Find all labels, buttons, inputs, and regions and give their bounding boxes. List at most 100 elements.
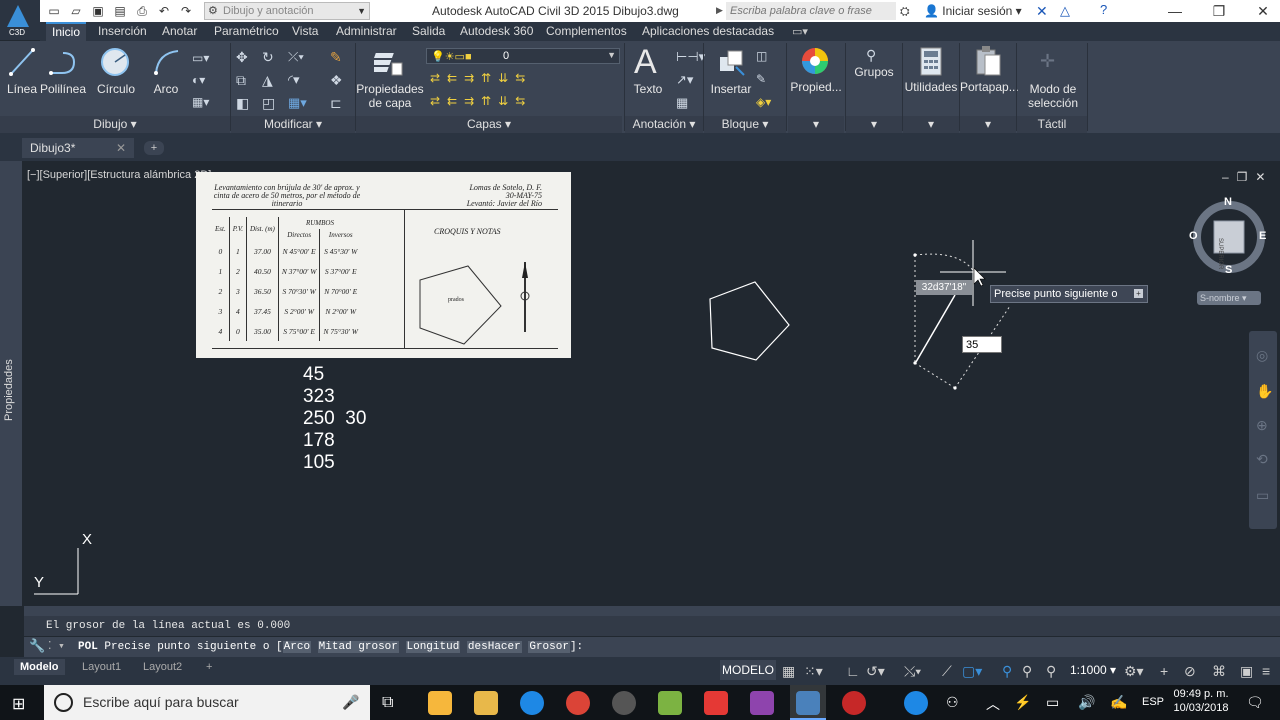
rotate-icon[interactable]: ↻ — [262, 49, 278, 65]
minimize-button[interactable]: — — [1160, 1, 1190, 21]
file-explorer-icon[interactable] — [474, 691, 498, 715]
properties-button[interactable]: Propied... — [788, 80, 844, 94]
chrome-icon[interactable] — [566, 691, 590, 715]
clipboard-icon[interactable] — [974, 45, 1002, 77]
model-space-toggle[interactable]: MODELO — [720, 660, 776, 680]
windows-start-icon[interactable]: ⊞ — [12, 694, 25, 714]
move-icon[interactable]: ✥ — [236, 49, 252, 65]
utilities-button[interactable]: Utilidades — [903, 80, 959, 94]
a360-icon[interactable]: △ — [1060, 3, 1070, 19]
create-block-icon[interactable]: ◫ — [756, 49, 772, 63]
add-icon[interactable]: + — [1160, 663, 1168, 679]
wrench-icon[interactable]: 🔧 — [29, 637, 45, 657]
command-recent-icon[interactable]: ⁚ ▾ — [48, 637, 65, 657]
tab-autodesk360[interactable]: Autodesk 360 — [454, 22, 539, 41]
rectangle-icon[interactable]: ▭▾ — [192, 51, 209, 65]
tab-insercion[interactable]: Inserción — [92, 22, 153, 41]
erase-icon[interactable]: ✎ — [330, 49, 346, 65]
tab-vista[interactable]: Vista — [286, 22, 324, 41]
table-icon[interactable]: ▦▾ — [192, 95, 209, 109]
network-icon[interactable]: ⚡ — [1014, 694, 1031, 711]
layer-properties-icon[interactable] — [374, 47, 404, 77]
field-book-scan-image[interactable]: Levantamiento con brújula de 30' de apro… — [196, 172, 571, 358]
circle-icon[interactable] — [100, 47, 130, 77]
drawing-text[interactable]: 45 — [303, 364, 366, 386]
properties-side-panel[interactable]: Propiedades — [0, 161, 22, 606]
circle-button[interactable]: Círculo — [94, 82, 138, 96]
array-icon[interactable]: ▦▾ — [288, 95, 307, 110]
drawing-text[interactable]: 250 30 — [303, 408, 366, 430]
drawing-text[interactable]: 105 — [303, 452, 366, 474]
pentagon-entity[interactable] — [700, 275, 800, 365]
isodraft-icon[interactable]: ⤯▾ — [904, 663, 921, 680]
insert-block-icon[interactable] — [716, 47, 746, 77]
edit-attributes-icon[interactable]: ◈▾ — [756, 95, 772, 109]
snap-icon[interactable]: ⁙▾ — [804, 663, 823, 680]
polyline-icon[interactable] — [48, 47, 78, 77]
panel-block-title[interactable]: Bloque ▾ — [704, 116, 786, 133]
system-clock[interactable]: 09:49 p. m. 10/03/2018 — [1170, 687, 1232, 715]
tab-dibujo3[interactable]: Dibujo3* ✕ — [22, 138, 134, 158]
save-icon[interactable]: ▣ — [90, 3, 106, 19]
distance-input[interactable]: 35 — [962, 336, 1002, 353]
leader-icon[interactable]: ↗▾ — [676, 72, 693, 87]
mirror-icon[interactable]: ◮ — [262, 72, 278, 88]
offset-icon[interactable]: ⊏ — [330, 95, 346, 111]
workspace-gear-icon[interactable]: ⚙▾ — [1124, 663, 1144, 680]
command-option-mitad-grosor[interactable]: Mitad grosor — [317, 641, 399, 653]
redo-icon[interactable]: ↷ — [178, 3, 194, 19]
tab-modelo[interactable]: Modelo — [14, 659, 65, 675]
edit-block-icon[interactable]: ✎ — [756, 72, 772, 86]
annotation-table-icon[interactable]: ▦ — [676, 95, 692, 110]
calculator-icon[interactable] — [918, 47, 944, 77]
pen-icon[interactable]: ✍ — [1110, 694, 1127, 711]
notifications-icon[interactable]: 🗨 — [1246, 694, 1264, 711]
ribbon-toggle-icon[interactable]: ▭▾ — [792, 25, 808, 38]
object-snap-tracking-icon[interactable]: ⟋ — [942, 663, 952, 680]
annotation-scale-icon[interactable]: ⚲ — [1046, 663, 1056, 680]
stretch-icon[interactable]: ◧ — [236, 95, 252, 111]
tab-aplicaciones[interactable]: Aplicaciones destacadas — [636, 22, 780, 41]
grid-icon[interactable]: ▦ — [782, 663, 795, 680]
line-icon[interactable] — [8, 47, 36, 77]
tab-parametrico[interactable]: Paramétrico — [208, 22, 285, 41]
selection-mode-button[interactable]: Modo de selección — [1018, 82, 1088, 110]
close-icon[interactable]: ✕ — [116, 138, 126, 158]
new-icon[interactable]: ▭ — [46, 3, 62, 19]
auto-scale-icon[interactable]: ⚲ — [1022, 663, 1032, 680]
app-icon-1[interactable] — [612, 691, 636, 715]
panel-annotation-title[interactable]: Anotación ▾ — [625, 116, 703, 133]
undo-icon[interactable]: ↶ — [156, 3, 172, 19]
drawing-text[interactable]: 178 — [303, 430, 366, 452]
maximize-button[interactable]: ❐ — [1204, 1, 1234, 21]
command-option-grosor[interactable]: Grosor — [528, 641, 570, 653]
task-view-icon[interactable]: ⧉ — [382, 694, 393, 712]
binoculars-icon[interactable]: ⛭ — [900, 4, 910, 19]
signin-button[interactable]: 👤 Iniciar sesión ▾ — [924, 4, 1022, 18]
ortho-icon[interactable]: ∟ — [846, 663, 860, 679]
polyline-button[interactable]: Polilínea — [38, 82, 88, 96]
dimension-icon[interactable]: ⊢⊣▾ — [676, 49, 705, 64]
groups-icon[interactable]: ⚲ — [866, 47, 876, 64]
recorder-icon[interactable] — [842, 691, 866, 715]
groups-button[interactable]: Grupos — [848, 65, 900, 79]
tab-administrar[interactable]: Administrar — [330, 22, 403, 41]
panel-groups-title[interactable]: ▾ — [846, 116, 902, 133]
text-button[interactable]: Texto — [628, 82, 668, 96]
language-indicator[interactable]: ESP — [1142, 696, 1164, 708]
help-icon[interactable]: ? — [1100, 2, 1107, 17]
expand-icon[interactable]: + — [1134, 289, 1143, 298]
properties-icon[interactable] — [800, 46, 830, 76]
microphone-icon[interactable]: 🎤 — [342, 685, 359, 720]
store-icon[interactable] — [428, 691, 452, 715]
pan-icon[interactable]: ✋ — [1256, 383, 1273, 400]
help-app-icon[interactable] — [904, 691, 928, 715]
annotation-visibility-icon[interactable]: ⚲ — [1002, 663, 1012, 680]
print-icon[interactable]: ⎙ — [134, 3, 150, 19]
taskbar-search-input[interactable]: Escribe aquí para buscar 🎤 — [44, 685, 370, 720]
trim-icon[interactable]: ⤫▾ — [288, 49, 304, 64]
tab-layout2[interactable]: Layout2 — [137, 659, 188, 675]
touch-mode-icon[interactable]: ✛ — [1040, 51, 1055, 72]
battery-icon[interactable]: ▭ — [1046, 694, 1059, 711]
people-icon[interactable]: ⚇ — [946, 694, 959, 711]
